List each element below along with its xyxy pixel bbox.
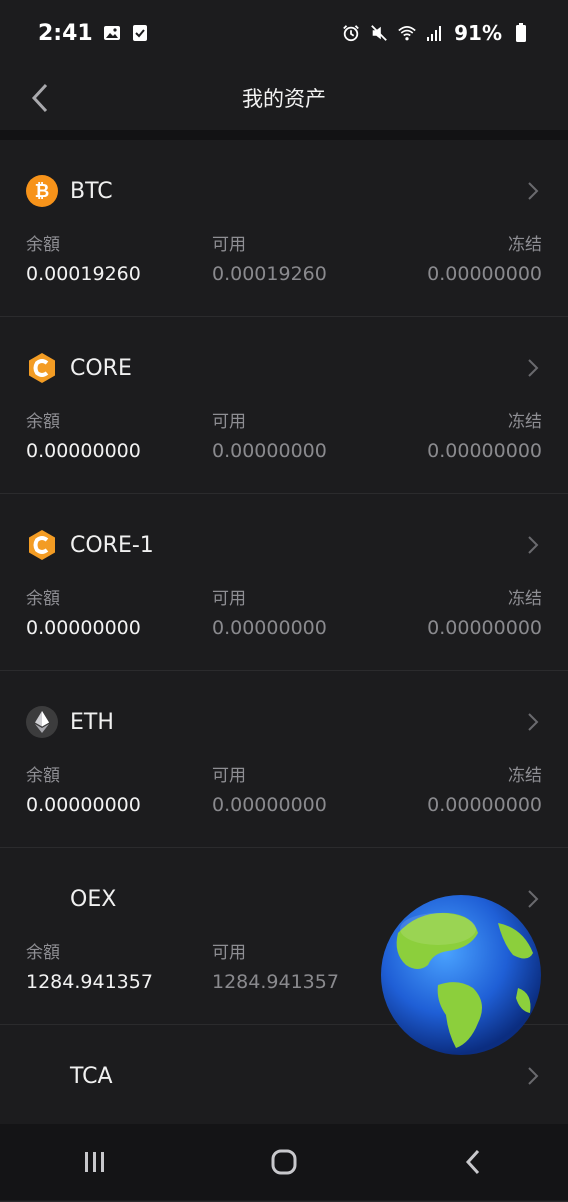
- home-icon: [271, 1149, 297, 1175]
- core-icon: [26, 529, 58, 561]
- chevron-right-icon: [526, 1065, 540, 1091]
- header: 我的资产: [0, 66, 568, 130]
- recent-apps-button[interactable]: [65, 1137, 125, 1187]
- chevron-left-icon: [31, 83, 48, 113]
- page-title: 我的资产: [242, 87, 326, 111]
- asset-symbol: OEX: [70, 886, 117, 912]
- coin-icon-placeholder: [26, 1060, 58, 1092]
- recent-apps-icon: [84, 1152, 104, 1172]
- asset-symbol: BTC: [70, 178, 113, 204]
- balance-value: 1284.941357: [26, 971, 153, 993]
- mute-icon: [370, 24, 388, 42]
- available-label: 可用: [212, 235, 246, 255]
- frozen-label: 冻结: [508, 766, 542, 786]
- available-value: 1284.941357: [212, 971, 339, 993]
- chevron-right-icon: [526, 180, 540, 206]
- available-value: 0.00019260: [212, 263, 327, 285]
- available-value: 0.00000000: [212, 440, 327, 462]
- globe-icon: [381, 895, 541, 1055]
- available-label: 可用: [212, 766, 246, 786]
- chevron-right-icon: [526, 711, 540, 737]
- balance-label: 余額: [26, 766, 60, 786]
- asset-row-btc[interactable]: ₿ BTC 余額 可用 冻结 0.00019260 0.00019260 0.0…: [0, 140, 568, 317]
- balance-value: 0.00019260: [26, 263, 141, 285]
- asset-row-core-1[interactable]: CORE-1 余額 可用 冻结 0.00000000 0.00000000 0.…: [0, 494, 568, 671]
- balance-label: 余額: [26, 412, 60, 432]
- asset-row-core[interactable]: CORE 余額 可用 冻结 0.00000000 0.00000000 0.00…: [0, 317, 568, 494]
- balance-value: 0.00000000: [26, 794, 141, 816]
- status-bar: 2:41 91%: [0, 0, 568, 66]
- nav-back-button[interactable]: [443, 1137, 503, 1187]
- globe-floating-button[interactable]: [378, 893, 544, 1057]
- image-icon: [103, 24, 121, 42]
- signal-icon: [426, 24, 444, 42]
- balance-value: 0.00000000: [26, 617, 141, 639]
- home-button[interactable]: [254, 1137, 314, 1187]
- back-icon: [466, 1149, 480, 1175]
- frozen-value: 0.00000000: [427, 617, 542, 639]
- frozen-label: 冻结: [508, 412, 542, 432]
- battery-icon: [512, 23, 530, 42]
- available-value: 0.00000000: [212, 794, 327, 816]
- frozen-value: 0.00000000: [427, 440, 542, 462]
- balance-label: 余額: [26, 589, 60, 609]
- asset-row-eth[interactable]: ETH 余額 可用 冻结 0.00000000 0.00000000 0.000…: [0, 671, 568, 848]
- checkbox-icon: [131, 24, 149, 42]
- alarm-icon: [342, 24, 360, 42]
- battery-percent: 91%: [454, 21, 502, 45]
- balance-label: 余額: [26, 943, 60, 963]
- available-value: 0.00000000: [212, 617, 327, 639]
- chevron-right-icon: [526, 357, 540, 383]
- coin-icon-placeholder: [26, 883, 58, 915]
- ethereum-icon: [26, 706, 58, 738]
- available-label: 可用: [212, 412, 246, 432]
- asset-symbol: TCA: [70, 1063, 113, 1089]
- core-icon: [26, 352, 58, 384]
- frozen-label: 冻结: [508, 589, 542, 609]
- frozen-label: 冻结: [508, 235, 542, 255]
- wifi-icon: [398, 24, 416, 42]
- asset-symbol: CORE: [70, 355, 132, 381]
- frozen-value: 0.00000000: [427, 794, 542, 816]
- frozen-value: 0.00000000: [427, 263, 542, 285]
- bitcoin-icon: ₿: [26, 175, 58, 207]
- status-time: 2:41: [38, 20, 93, 46]
- chevron-right-icon: [526, 534, 540, 560]
- available-label: 可用: [212, 943, 246, 963]
- section-divider: [0, 130, 568, 140]
- svg-text:₿: ₿: [35, 181, 50, 202]
- available-label: 可用: [212, 589, 246, 609]
- asset-symbol: ETH: [70, 709, 114, 735]
- balance-value: 0.00000000: [26, 440, 141, 462]
- system-nav-bar: [0, 1124, 568, 1200]
- asset-symbol: CORE-1: [70, 532, 154, 558]
- back-button[interactable]: [20, 76, 60, 120]
- balance-label: 余額: [26, 235, 60, 255]
